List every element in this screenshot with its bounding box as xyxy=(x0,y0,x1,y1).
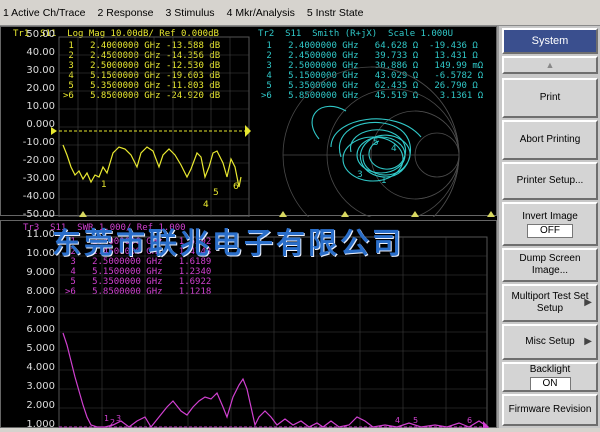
softkey-printer-setup[interactable]: Printer Setup... xyxy=(502,162,598,200)
softkey-panel: System ▲ Print Abort Printing Printer Se… xyxy=(497,26,600,428)
swr-marker-3: 3 xyxy=(116,414,121,423)
swr-gridlines xyxy=(59,237,487,428)
softkey-scroll-up[interactable]: ▲ xyxy=(502,56,598,74)
swr-marker-4: 4 xyxy=(395,416,400,425)
logmag-stimulus-marker-b xyxy=(341,211,349,217)
softkey-title-label: System xyxy=(531,35,569,47)
softkey-invert-image-label: Invert Image xyxy=(522,210,578,222)
smith-chart xyxy=(282,66,460,217)
softkey-multiport-test-set[interactable]: Multiport Test Set Setup ▶ xyxy=(502,284,598,322)
swr-marker-2: 2 xyxy=(110,418,115,427)
logmag-marker-6: 6 xyxy=(233,182,239,192)
menu-active-ch-trace[interactable]: 1 Active Ch/Trace xyxy=(3,7,85,19)
logmag-stimulus-marker-c xyxy=(411,211,419,217)
logmag-stimulus-marker-left xyxy=(79,211,87,217)
menu-mkr-analysis[interactable]: 4 Mkr/Analysis xyxy=(227,7,295,19)
softkey-dump-screen-image-label: Dump Screen Image... xyxy=(519,253,581,276)
smith-marker-1: 1 xyxy=(381,176,387,186)
scroll-up-icon: ▲ xyxy=(545,60,555,70)
softkey-dump-screen-image[interactable]: Dump Screen Image... xyxy=(502,248,598,282)
swr-marker-1: 1 xyxy=(104,414,109,423)
logmag-stimulus-marker-a xyxy=(279,211,287,217)
backlight-value: ON xyxy=(529,376,571,391)
softkey-abort-printing-label: Abort Printing xyxy=(519,134,581,145)
status-bar xyxy=(0,428,600,432)
softkey-invert-image[interactable]: Invert Image OFF xyxy=(502,202,598,246)
logmag-marker-1: 1 xyxy=(101,180,107,190)
logmag-marker-4: 4 xyxy=(203,200,209,210)
softkey-print[interactable]: Print xyxy=(502,78,598,118)
logmag-axis-pointer xyxy=(51,127,57,135)
smith-marker-3: 3 xyxy=(357,170,363,180)
softkey-printer-setup-label: Printer Setup... xyxy=(516,175,584,186)
menu-response[interactable]: 2 Response xyxy=(97,7,153,19)
trace1-plot: 1 4 5 6 1 3 4 5 xyxy=(51,36,495,217)
submenu-chevron-icon: ▶ xyxy=(584,297,592,308)
analyzer-screen: Tr1 S11 Log Mag 10.00dB/ Ref 0.000dB Tr2… xyxy=(0,26,497,428)
softkey-misc-setup-label: Misc Setup xyxy=(525,336,575,347)
swr-grid-frame xyxy=(58,236,488,428)
softkey-firmware-revision[interactable]: Firmware Revision xyxy=(502,394,598,426)
submenu-chevron-icon: ▶ xyxy=(584,336,592,347)
company-watermark: 东莞市联兆电子有限公司 xyxy=(52,226,405,260)
menu-instr-state[interactable]: 5 Instr State xyxy=(307,7,364,19)
logmag-marker-5: 5 xyxy=(213,188,219,198)
menu-bar: 1 Active Ch/Trace 2 Response 3 Stimulus … xyxy=(0,0,600,26)
softkey-backlight-label: Backlight xyxy=(529,363,571,375)
upper-window: Tr1 S11 Log Mag 10.00dB/ Ref 0.000dB Tr2… xyxy=(0,26,497,220)
swr-marker-5: 5 xyxy=(413,416,418,425)
softkey-firmware-revision-label: Firmware Revision xyxy=(508,404,592,415)
smith-marker-5: 5 xyxy=(373,138,379,148)
smith-marker-4: 4 xyxy=(391,144,397,154)
logmag-gridlines xyxy=(59,37,249,217)
softkey-abort-printing[interactable]: Abort Printing xyxy=(502,120,598,160)
softkey-title-system: System xyxy=(502,28,598,54)
softkey-backlight[interactable]: Backlight ON xyxy=(502,362,598,392)
swr-reference-arrow xyxy=(483,421,489,428)
swr-marker-6: 6 xyxy=(467,416,472,425)
invert-image-value: OFF xyxy=(527,223,573,238)
menu-stimulus[interactable]: 3 Stimulus xyxy=(166,7,215,19)
softkey-misc-setup[interactable]: Misc Setup ▶ xyxy=(502,324,598,360)
logmag-stimulus-marker-d xyxy=(487,211,495,217)
softkey-print-label: Print xyxy=(539,92,561,103)
softkey-multiport-test-set-label: Multiport Test Set Setup xyxy=(511,291,589,314)
